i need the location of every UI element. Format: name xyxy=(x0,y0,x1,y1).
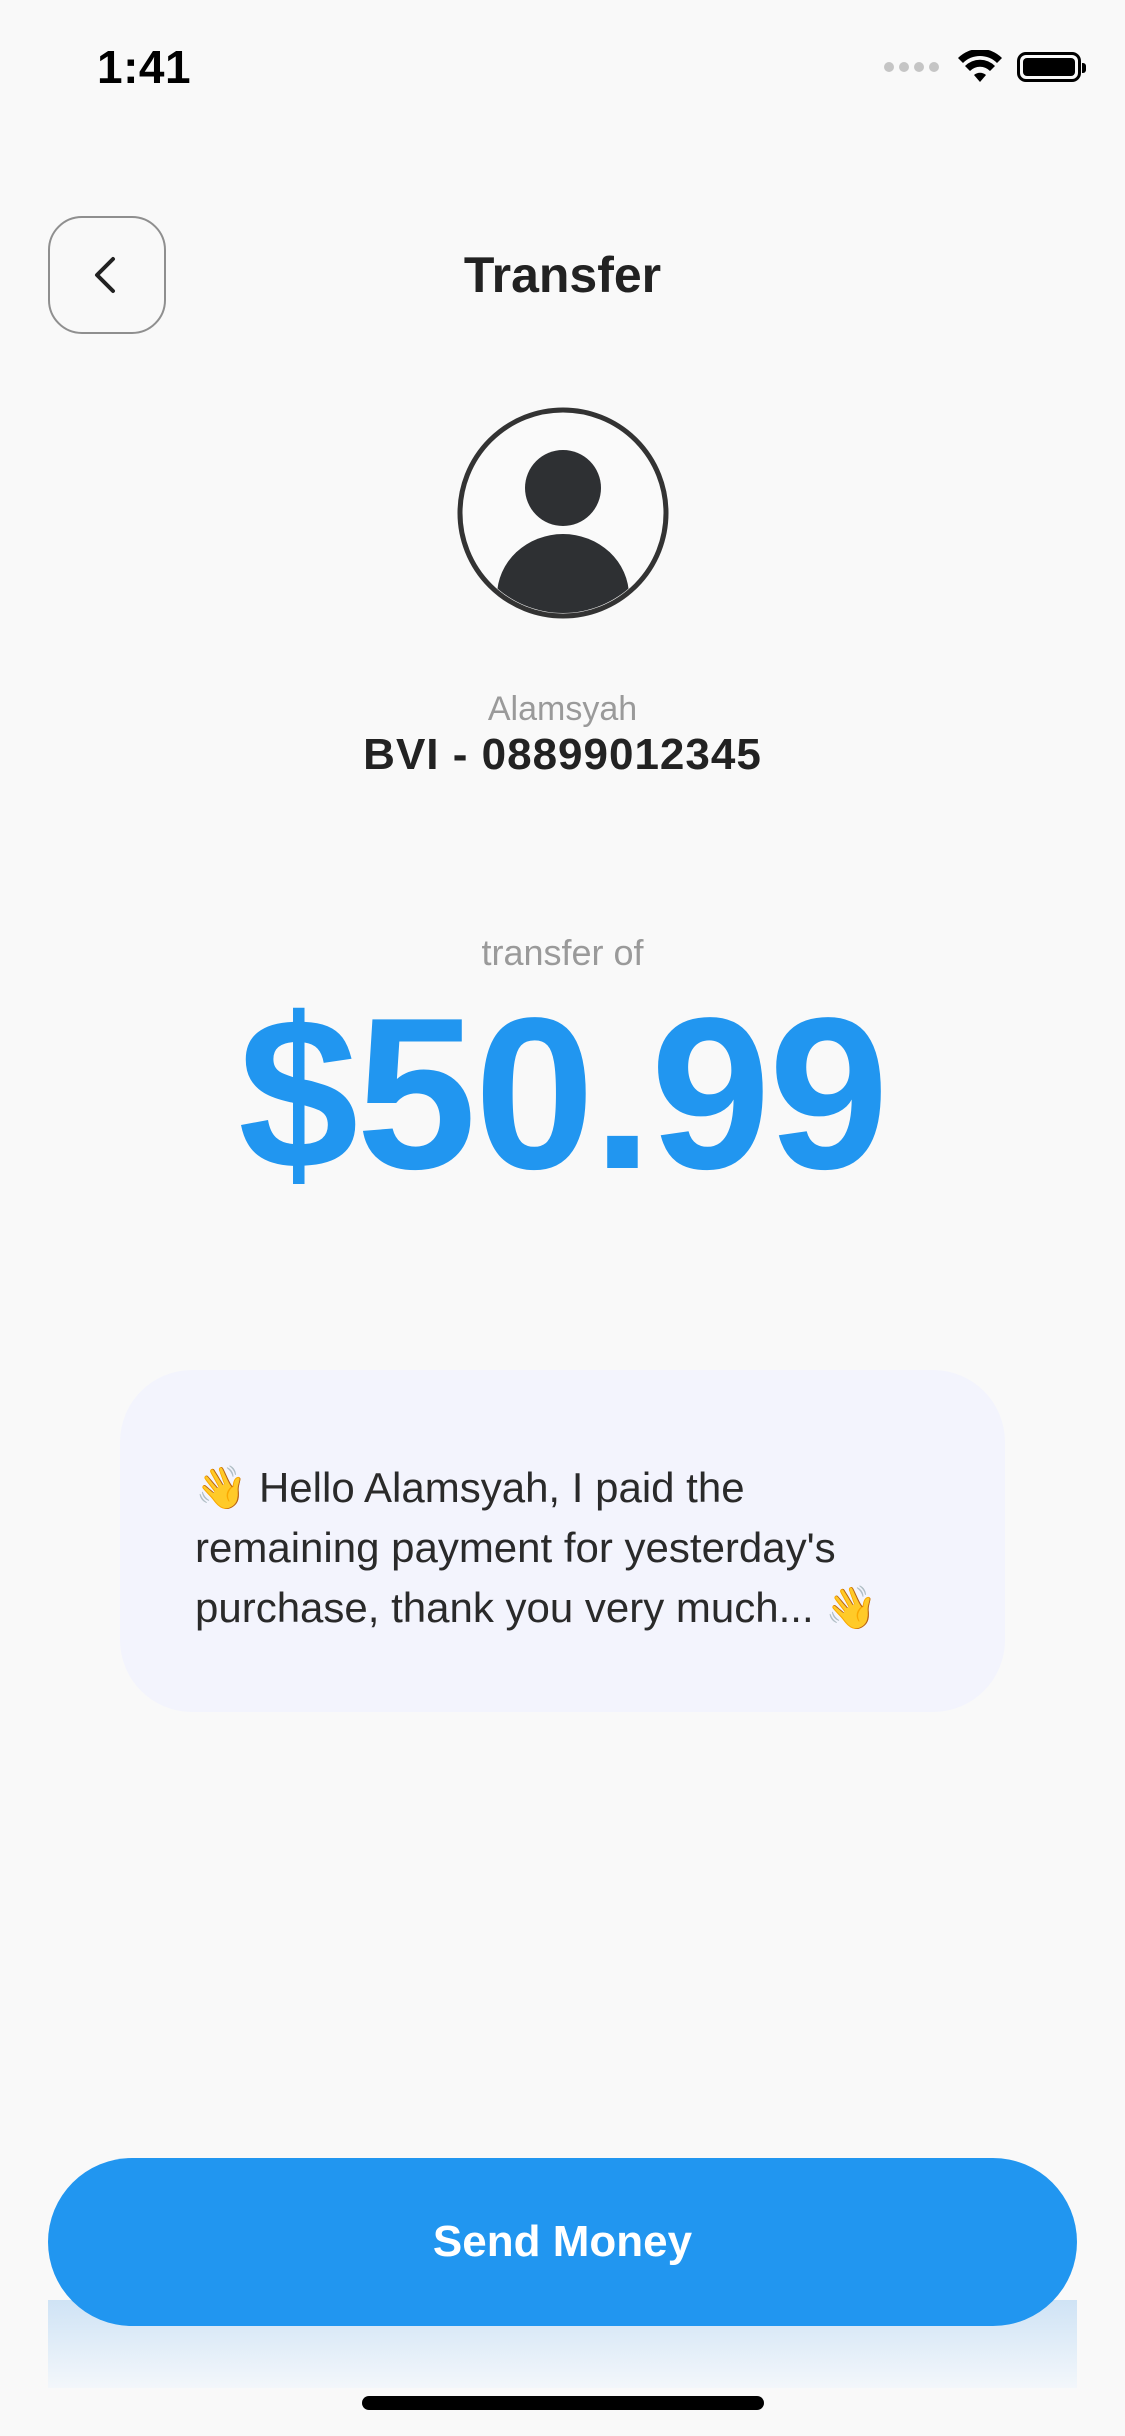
message-text: 👋 Hello Alamsyah, I paid the remaining p… xyxy=(195,1464,878,1631)
recipient-account: BVI - 08899012345 xyxy=(363,730,762,779)
status-time: 1:41 xyxy=(97,41,192,93)
message-card: 👋 Hello Alamsyah, I paid the remaining p… xyxy=(120,1370,1005,1712)
page-title: Transfer xyxy=(463,247,662,303)
battery-icon xyxy=(1017,52,1086,82)
recipient-name: Alamsyah xyxy=(487,690,638,728)
user-avatar-icon xyxy=(457,407,669,619)
signal-icon xyxy=(884,62,939,72)
wifi-icon xyxy=(958,50,1002,82)
amount-label: transfer of xyxy=(481,932,644,973)
home-indicator xyxy=(362,2396,764,2410)
status-icons xyxy=(884,50,1086,84)
send-money-button[interactable]: Send Money xyxy=(48,2158,1077,2326)
transfer-amount: $50.99 xyxy=(238,972,889,1214)
